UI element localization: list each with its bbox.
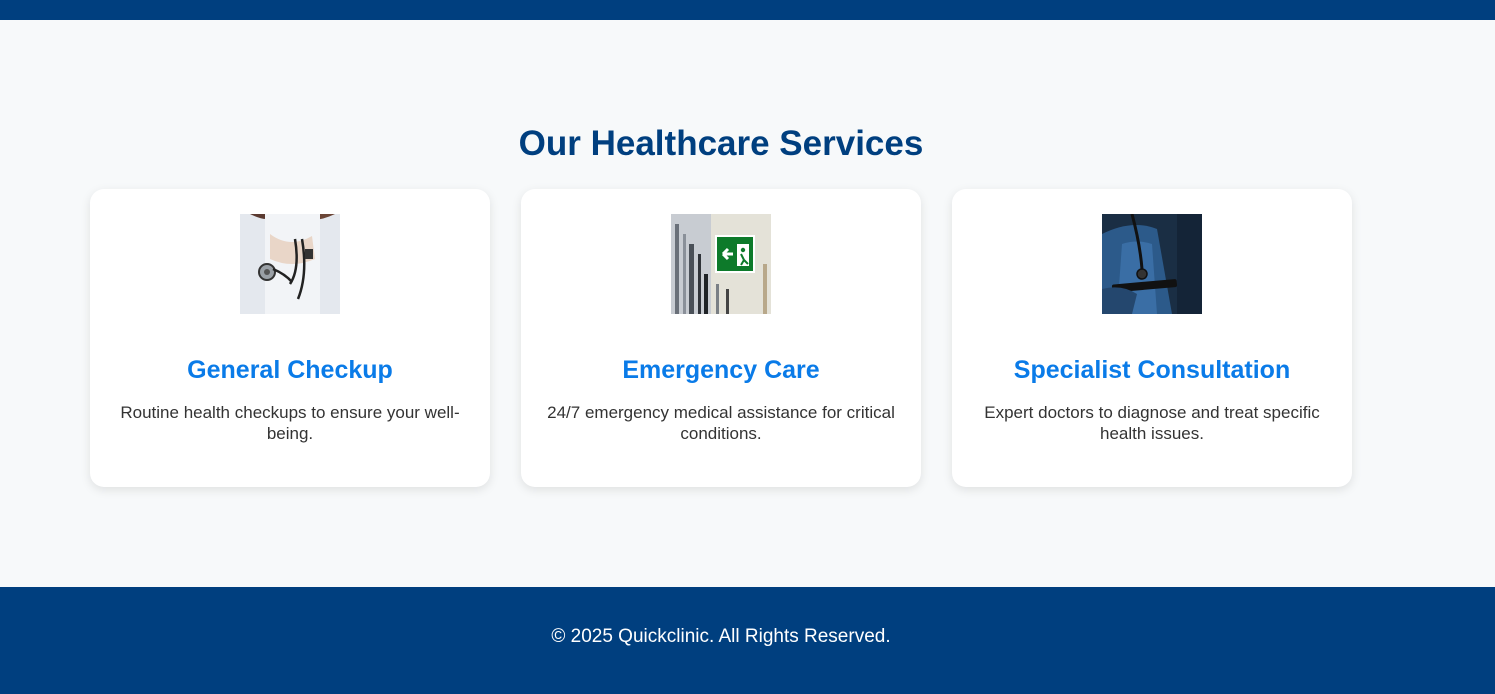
general-checkup-image	[240, 214, 340, 314]
service-description: Routine health checkups to ensure your w…	[120, 403, 460, 443]
service-description: Expert doctors to diagnose and treat spe…	[984, 403, 1320, 443]
site-footer: © 2025 Quickclinic. All Rights Reserved.	[0, 587, 1495, 694]
top-header-bar	[0, 0, 1495, 20]
services-section: Our Healthcare Services General Checkup …	[0, 20, 1495, 587]
specialist-consultation-image	[1102, 214, 1202, 314]
service-title: Emergency Care	[622, 356, 820, 384]
service-card-general-checkup: General Checkup Routine health checkups …	[90, 189, 490, 487]
service-card-emergency-care: Emergency Care 24/7 emergency medical as…	[521, 189, 921, 487]
emergency-care-image	[671, 214, 771, 314]
service-card-specialist-consultation: Specialist Consultation Expert doctors t…	[952, 189, 1352, 487]
services-heading: Our Healthcare Services	[518, 124, 924, 163]
service-title: General Checkup	[187, 356, 393, 384]
service-description: 24/7 emergency medical assistance for cr…	[547, 403, 895, 443]
footer-copyright: © 2025 Quickclinic. All Rights Reserved.	[551, 626, 891, 647]
service-title: Specialist Consultation	[1013, 356, 1291, 384]
